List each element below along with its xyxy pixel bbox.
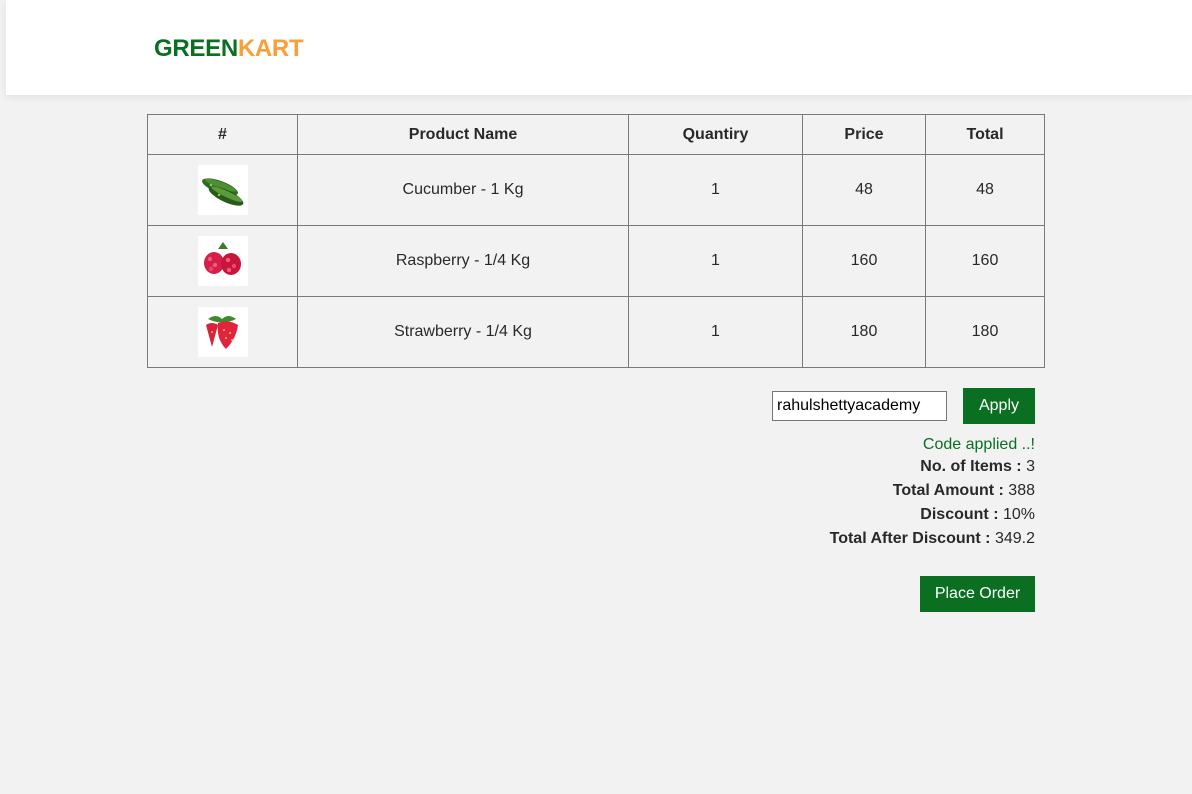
product-name: Strawberry - 1/4 Kg [297,296,629,368]
promo-code-row: Apply [635,388,1035,424]
product-total: 160 [925,225,1045,297]
after-value: 349.2 [994,530,1035,547]
items-label: No. of Items : [920,458,1022,475]
column-header-product-name: Product Name [297,114,629,155]
amount-label: Total Amount : [892,482,1004,499]
column-header-quantity: Quantiry [628,114,803,155]
table-header-row: # Product Name Quantiry Price Total [147,114,1045,155]
brand-logo[interactable]: GREENKART [154,35,304,63]
raspberry-image [197,236,248,286]
promo-info-text: Code applied ..! [922,436,1035,453]
product-price: 180 [802,296,926,368]
discount: Discount : 10% [635,503,1035,527]
product-name: Cucumber - 1 Kg [297,154,629,226]
cucumber-image [197,165,248,215]
product-quantity: 1 [628,225,803,297]
product-name: Raspberry - 1/4 Kg [297,225,629,297]
product-price: 160 [802,225,926,297]
after-label: Total After Discount : [829,530,991,547]
table-row: Strawberry - 1/4 Kg 1 180 180 [147,296,1045,368]
product-image-cell [147,154,298,226]
number-of-items: No. of Items : 3 [635,455,1035,479]
header: GREENKART [6,0,1192,95]
brand-orange-text: KART [237,35,304,62]
product-image-cell [147,296,298,368]
cart-table: # Product Name Quantiry Price Total Cucu… [147,114,1045,368]
total-after-discount: Total After Discount : 349.2 [635,527,1035,551]
product-total: 48 [925,154,1045,226]
discount-value: 10% [1002,506,1035,523]
place-order-button[interactable]: Place Order [920,576,1035,612]
order-summary: Apply Code applied ..! No. of Items : 3 … [635,388,1035,612]
items-value: 3 [1026,458,1035,475]
product-quantity: 1 [628,296,803,368]
discount-label: Discount : [920,506,999,523]
total-amount: Total Amount : 388 [635,479,1035,503]
table-row: Cucumber - 1 Kg 1 48 48 [147,154,1045,226]
product-image-cell [147,225,298,297]
product-total: 180 [925,296,1045,368]
brand-green-text: GREEN [154,35,238,62]
product-price: 48 [802,154,926,226]
column-header-index: # [147,114,298,155]
table-row: Raspberry - 1/4 Kg 1 160 160 [147,225,1045,297]
amount-value: 388 [1008,482,1035,499]
product-quantity: 1 [628,154,803,226]
apply-button[interactable]: Apply [963,388,1035,424]
column-header-total: Total [925,114,1045,155]
column-header-price: Price [802,114,926,155]
promo-code-input[interactable] [772,391,947,421]
strawberry-image [197,307,248,357]
